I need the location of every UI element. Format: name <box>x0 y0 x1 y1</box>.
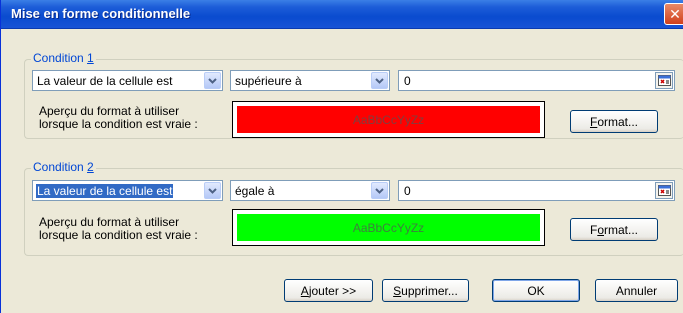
collapse-dialog-icon[interactable] <box>655 182 673 199</box>
close-button[interactable]: ✕ <box>664 3 683 25</box>
condition-1-legend: Condition 1 <box>31 51 96 65</box>
condition-1-type-value: La valeur de la cellule est <box>37 74 173 88</box>
condition-2-format-button[interactable]: Fo rmat... <box>570 218 658 241</box>
title-bar[interactable]: Mise en forme conditionnelle ✕ <box>1 0 683 29</box>
chevron-down-icon[interactable] <box>204 72 221 89</box>
condition-2-value-input[interactable]: 0 <box>398 180 675 201</box>
ok-button[interactable]: OK <box>492 279 580 302</box>
conditional-formatting-dialog: Mise en forme conditionnelle ✕ Condition… <box>0 0 683 313</box>
condition-1-value-text: 0 <box>404 74 411 88</box>
condition-1-value-input[interactable]: 0 <box>398 70 675 91</box>
condition-1-format-button[interactable]: Format... <box>570 110 658 133</box>
chevron-down-icon[interactable] <box>371 72 388 89</box>
delete-condition-button[interactable]: Supprimer... <box>382 279 469 302</box>
close-icon: ✕ <box>669 5 681 22</box>
collapse-dialog-icon[interactable] <box>655 72 673 89</box>
condition-2-preview-text: AaBbCcYyZz <box>352 220 425 235</box>
add-condition-button[interactable]: Ajouter >> <box>284 279 373 302</box>
condition-1-preview: AaBbCcYyZz <box>232 101 545 138</box>
cancel-button[interactable]: Annuler <box>595 279 678 302</box>
condition-2-operator-value: égale à <box>235 184 275 198</box>
condition-2-preview: AaBbCcYyZz <box>232 209 545 246</box>
condition-2-type-value: La valeur de la cellule est <box>36 184 174 198</box>
condition-2-value-text: 0 <box>404 184 411 198</box>
condition-1-type-select[interactable]: La valeur de la cellule est <box>32 70 223 91</box>
condition-2-operator-select[interactable]: égale à <box>230 180 390 201</box>
chevron-down-icon[interactable] <box>371 182 388 199</box>
condition-2-preview-label: Aperçu du format à utiliser lorsque la c… <box>39 215 198 242</box>
dialog-title: Mise en forme conditionnelle <box>11 6 191 21</box>
condition-1-operator-value: supérieure à <box>235 74 302 88</box>
condition-2-legend: Condition 2 <box>31 160 96 174</box>
condition-2-type-select[interactable]: La valeur de la cellule est <box>32 180 223 201</box>
condition-1-preview-label: Aperçu du format à utiliser lorsque la c… <box>39 104 198 131</box>
condition-1-operator-select[interactable]: supérieure à <box>230 70 390 91</box>
chevron-down-icon[interactable] <box>204 182 221 199</box>
condition-1-preview-fill: AaBbCcYyZz <box>237 106 540 133</box>
condition-2-preview-fill: AaBbCcYyZz <box>237 214 540 241</box>
condition-1-preview-text: AaBbCcYyZz <box>352 112 425 127</box>
